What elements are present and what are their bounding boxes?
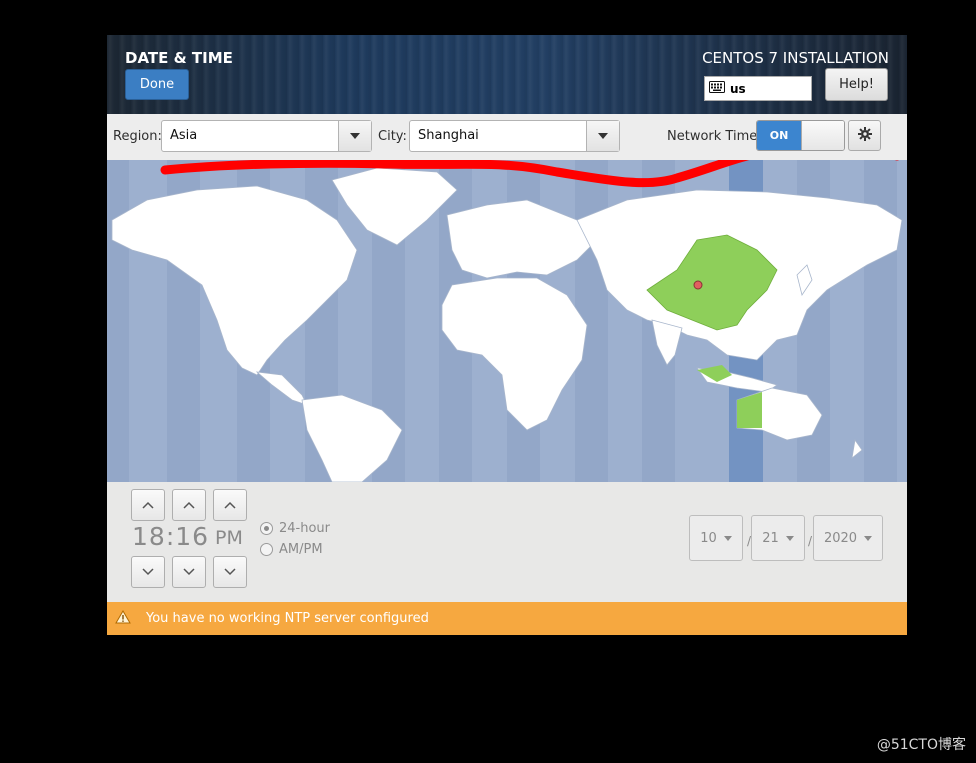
time-separator: : [165,522,176,551]
radio-indicator [260,522,273,535]
format-ampm-label: AM/PM [279,542,323,557]
region-label: Region: [113,129,162,144]
hour-down-button[interactable] [131,556,165,588]
format-24h-label: 24-hour [279,521,331,536]
keyboard-icon [709,81,730,96]
time-date-controls: 18:16 PM 24-hour AM/PM 10 / 21 / 2020 [107,482,907,602]
watermark: @51CTO博客 [876,737,966,753]
ntp-settings-button[interactable] [848,120,881,151]
chevron-up-icon [224,501,236,509]
installer-window: DATE & TIME Done CENTOS 7 INSTALLATION u… [107,35,907,635]
header-background [107,35,907,114]
region-dropdown[interactable]: Asia [161,120,372,152]
help-button[interactable]: Help! [825,68,888,101]
chevron-down-icon [864,535,873,541]
ampm-down-button[interactable] [213,556,247,588]
keyboard-layout-label: us [730,81,746,96]
done-button[interactable]: Done [125,69,189,100]
world-map[interactable] [107,144,907,483]
hour-up-button[interactable] [131,489,165,521]
chevron-down-icon [142,568,154,576]
warning-bar[interactable]: You have no working NTP server configure… [107,602,907,635]
minutes-value: 16 [175,522,210,551]
hours-value: 18 [132,522,166,551]
period-value: PM [215,527,243,549]
chevron-down-icon [785,535,794,541]
ampm-up-button[interactable] [213,489,247,521]
minute-up-button[interactable] [172,489,206,521]
product-title: CENTOS 7 INSTALLATION [702,49,889,67]
city-marker [693,280,703,290]
chevron-up-icon [142,501,154,509]
switch-knob[interactable] [801,121,844,150]
warning-message: You have no working NTP server configure… [146,611,429,626]
date-separator: / [808,534,813,548]
month-dropdown[interactable]: 10 [689,515,743,561]
radio-indicator [260,543,273,556]
network-time-state: ON [757,121,801,150]
header-bar: DATE & TIME Done CENTOS 7 INSTALLATION u… [107,35,907,114]
day-value: 21 [762,530,779,546]
page-title: DATE & TIME [125,49,233,67]
timezone-map[interactable] [107,144,907,483]
network-time-label: Network Time [667,129,758,144]
keyboard-layout-indicator[interactable]: us [704,76,812,101]
city-value: Shanghai [418,128,479,143]
gear-icon [857,126,873,146]
warning-icon [115,609,131,628]
year-dropdown[interactable]: 2020 [813,515,883,561]
city-label: City: [378,129,407,144]
city-dropdown[interactable]: Shanghai [409,120,620,152]
day-dropdown[interactable]: 21 [751,515,805,561]
chevron-down-icon [723,535,732,541]
region-value: Asia [170,128,198,143]
format-ampm-radio[interactable]: AM/PM [260,542,323,557]
month-value: 10 [700,530,717,546]
chevron-down-icon [183,568,195,576]
format-24h-radio[interactable]: 24-hour [260,521,330,536]
chevron-down-icon [224,568,236,576]
chevron-down-icon[interactable] [338,121,371,151]
year-value: 2020 [823,530,858,546]
chevron-down-icon[interactable] [586,121,619,151]
timezone-toolbar: Region: Asia City: Shanghai Network Time… [107,114,907,160]
time-display: 18:16 [132,522,209,551]
minute-down-button[interactable] [172,556,206,588]
chevron-up-icon [183,501,195,509]
network-time-switch[interactable]: ON [756,120,845,151]
